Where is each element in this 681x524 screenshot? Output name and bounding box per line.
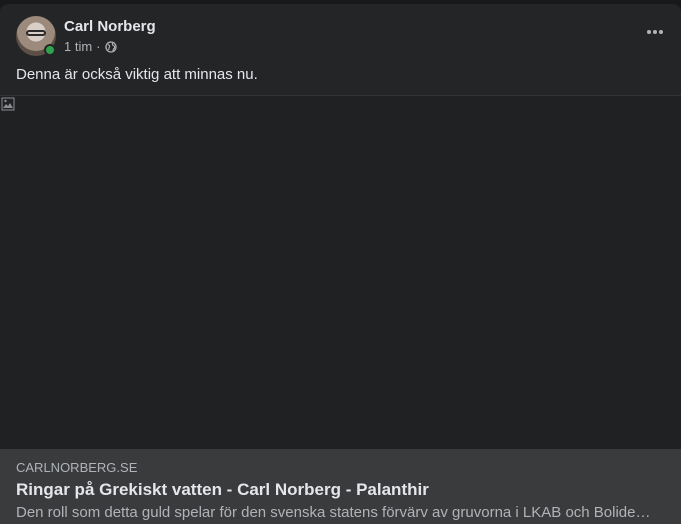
post-text: Denna är också viktig att minnas nu.	[16, 66, 258, 83]
link-title[interactable]: Ringar på Grekiskt vatten - Carl Norberg…	[16, 480, 429, 500]
link-preview-info[interactable]: CARLNORBERG.SE Ringar på Grekiskt vatten…	[0, 449, 681, 524]
link-domain: CARLNORBERG.SE	[16, 460, 138, 475]
more-icon	[647, 30, 663, 34]
link-preview-image[interactable]	[0, 95, 681, 451]
avatar-glasses	[26, 30, 46, 36]
broken-image-icon	[1, 97, 15, 111]
globe-icon[interactable]	[104, 40, 117, 53]
meta-separator: ·	[96, 39, 101, 54]
author-name[interactable]: Carl Norberg	[64, 18, 156, 35]
post-timestamp[interactable]: 1 tim	[64, 39, 92, 54]
link-description: Den roll som detta guld spelar för den s…	[16, 504, 651, 521]
post-header: Carl Norberg 1 tim ·	[16, 16, 665, 58]
post-card: Carl Norberg 1 tim · Denna är också vikt…	[0, 4, 681, 524]
online-status-dot	[44, 44, 56, 56]
more-options-button[interactable]	[641, 22, 669, 42]
post-meta: 1 tim ·	[64, 39, 117, 54]
